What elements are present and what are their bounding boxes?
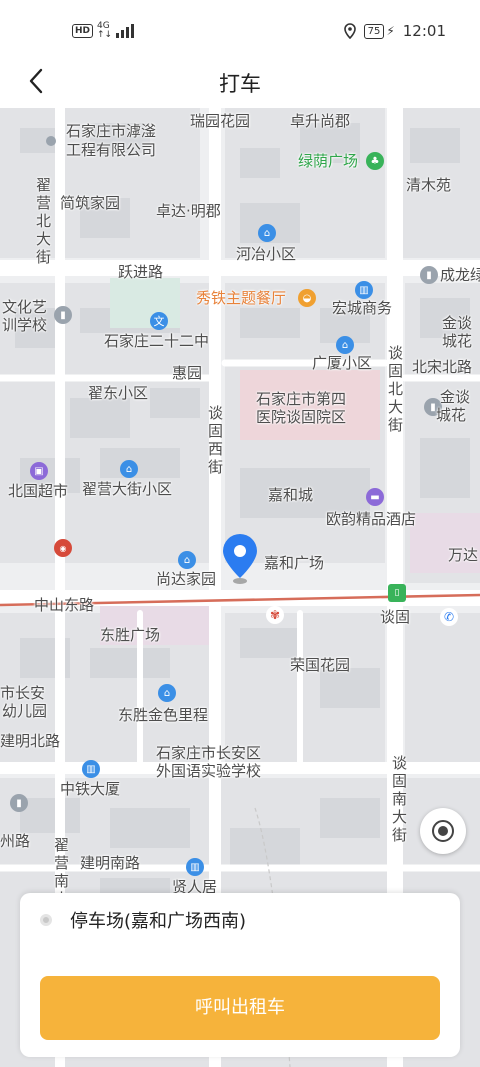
map-label: 嘉和广场 (264, 554, 325, 572)
pickup-location-row[interactable]: 停车场(嘉和广场西南) (40, 907, 246, 933)
map-label: 万达 (448, 546, 479, 564)
map-label: 文化艺 (2, 298, 48, 316)
map-label: 翟营大街小区 (82, 480, 173, 498)
restaurant-icon: ◒ (298, 289, 316, 307)
residence-icon: ⌂ (178, 551, 196, 569)
pickup-dot-icon (40, 914, 52, 926)
map-label: 中铁大厦 (60, 780, 121, 798)
residence-icon: ⌂ (158, 684, 176, 702)
map-label: 翟东小区 (88, 384, 149, 402)
call-taxi-button[interactable]: 呼叫出租车 (40, 976, 440, 1040)
map-label: 成龙绿 (440, 266, 480, 284)
map-label: 清木苑 (406, 176, 452, 194)
map-label: 石家庄市滹滏 (66, 122, 157, 140)
signal-icon (116, 24, 135, 38)
building-icon: ▮ (54, 306, 72, 324)
ride-panel: 停车场(嘉和广场西南) 呼叫出租车 (20, 893, 460, 1057)
subway-station-icon: ◉ (54, 539, 72, 557)
map-label: 谈固南大街 (392, 754, 408, 844)
map-label: 广厦小区 (312, 354, 373, 372)
locate-me-button[interactable] (420, 808, 466, 854)
residence-icon: ⌂ (120, 460, 138, 478)
status-time: 12:01 (402, 22, 446, 40)
map-label: 石家庄市长安区 (156, 744, 262, 762)
map-label: 嘉和城 (268, 486, 314, 504)
map-label: 州路 (0, 832, 31, 850)
charging-icon: ⚡ (386, 24, 395, 38)
map-label: 谈固北大街 (388, 344, 404, 434)
park-icon: ♣ (366, 152, 384, 170)
residence-icon: ⌂ (258, 224, 276, 242)
map-label: 东胜金色里程 (118, 706, 209, 724)
status-right: 75 ⚡ 12:01 (343, 22, 446, 40)
map-label: 市长安 (0, 684, 46, 702)
map-label: 瑞园花园 (190, 112, 251, 130)
map-label: 卓达·明郡 (156, 202, 221, 220)
map-label: 北宋北路 (412, 358, 473, 376)
map-label: 幼儿园 (2, 702, 48, 720)
map-label: 石家庄二十二中 (104, 332, 210, 350)
map-label: 医院谈固院区 (256, 408, 347, 426)
pickup-location-text: 停车场(嘉和广场西南) (70, 911, 247, 932)
map-label: 工程有限公司 (66, 141, 157, 159)
building-icon: ▮ (420, 266, 438, 284)
map-label: 城花 (436, 406, 467, 424)
office-icon: ▥ (82, 760, 100, 778)
map-label: 金谈 (442, 314, 473, 332)
map-label: 北国超市 (8, 482, 69, 500)
pickup-pin-icon (223, 534, 257, 584)
map-label: 东胜广场 (100, 626, 161, 644)
battery-level: 75 (363, 23, 385, 39)
map-label: 石家庄市第四 (256, 390, 347, 408)
school-icon: 文 (150, 312, 168, 330)
map-label: 谈固 (380, 608, 411, 626)
map-label: 惠园 (172, 364, 203, 382)
header: 打车 (0, 60, 480, 108)
office-icon: ▥ (186, 858, 204, 876)
map-label: 金谈 (440, 388, 471, 406)
building-icon: ▮ (10, 794, 28, 812)
unicom-icon: ✾ (266, 606, 284, 624)
map-label: 中山东路 (34, 596, 95, 614)
residence-icon: ⌂ (336, 336, 354, 354)
status-bar: HD 4G ↑↓ 75 ⚡ 12:01 (0, 0, 480, 60)
hd-badge: HD (72, 24, 94, 38)
map-label: 简筑家园 (60, 194, 121, 212)
map-label: 秀铁主题餐厅 (196, 289, 287, 307)
map-label: 跃进路 (118, 263, 164, 281)
page-title: 打车 (219, 72, 261, 96)
map-label: 宏城商务 (332, 299, 393, 317)
map-label: 欧韵精品酒店 (326, 510, 417, 528)
telecom-icon: ✆ (440, 608, 458, 626)
map-label: 荣国花园 (290, 656, 351, 674)
map-label: 河冶小区 (236, 245, 297, 263)
supermarket-icon: ▣ (30, 462, 48, 480)
map-label: 城花 (442, 332, 473, 350)
poi-dot-icon (46, 136, 56, 146)
hotel-icon: ▬ (366, 488, 384, 506)
network-indicator: 4G ↑↓ (97, 21, 113, 40)
bus-station-icon: ▯ (388, 584, 406, 602)
map-label: 谈固西街 (208, 404, 224, 476)
location-status-icon (343, 23, 356, 39)
map-label: 建明北路 (0, 732, 61, 750)
locate-icon (432, 820, 454, 842)
map-label: 卓升尚郡 (290, 112, 351, 130)
map-label: 建明南路 (80, 854, 141, 872)
status-left: HD 4G ↑↓ (72, 21, 135, 40)
map-label: 绿荫广场 (298, 152, 359, 170)
office-icon: ▥ (355, 281, 373, 299)
map-label: 尚达家园 (156, 570, 217, 588)
map-label: 训学校 (2, 316, 48, 334)
map-label: 翟营北大街 (36, 176, 52, 266)
map-label: 外国语实验学校 (156, 762, 262, 780)
